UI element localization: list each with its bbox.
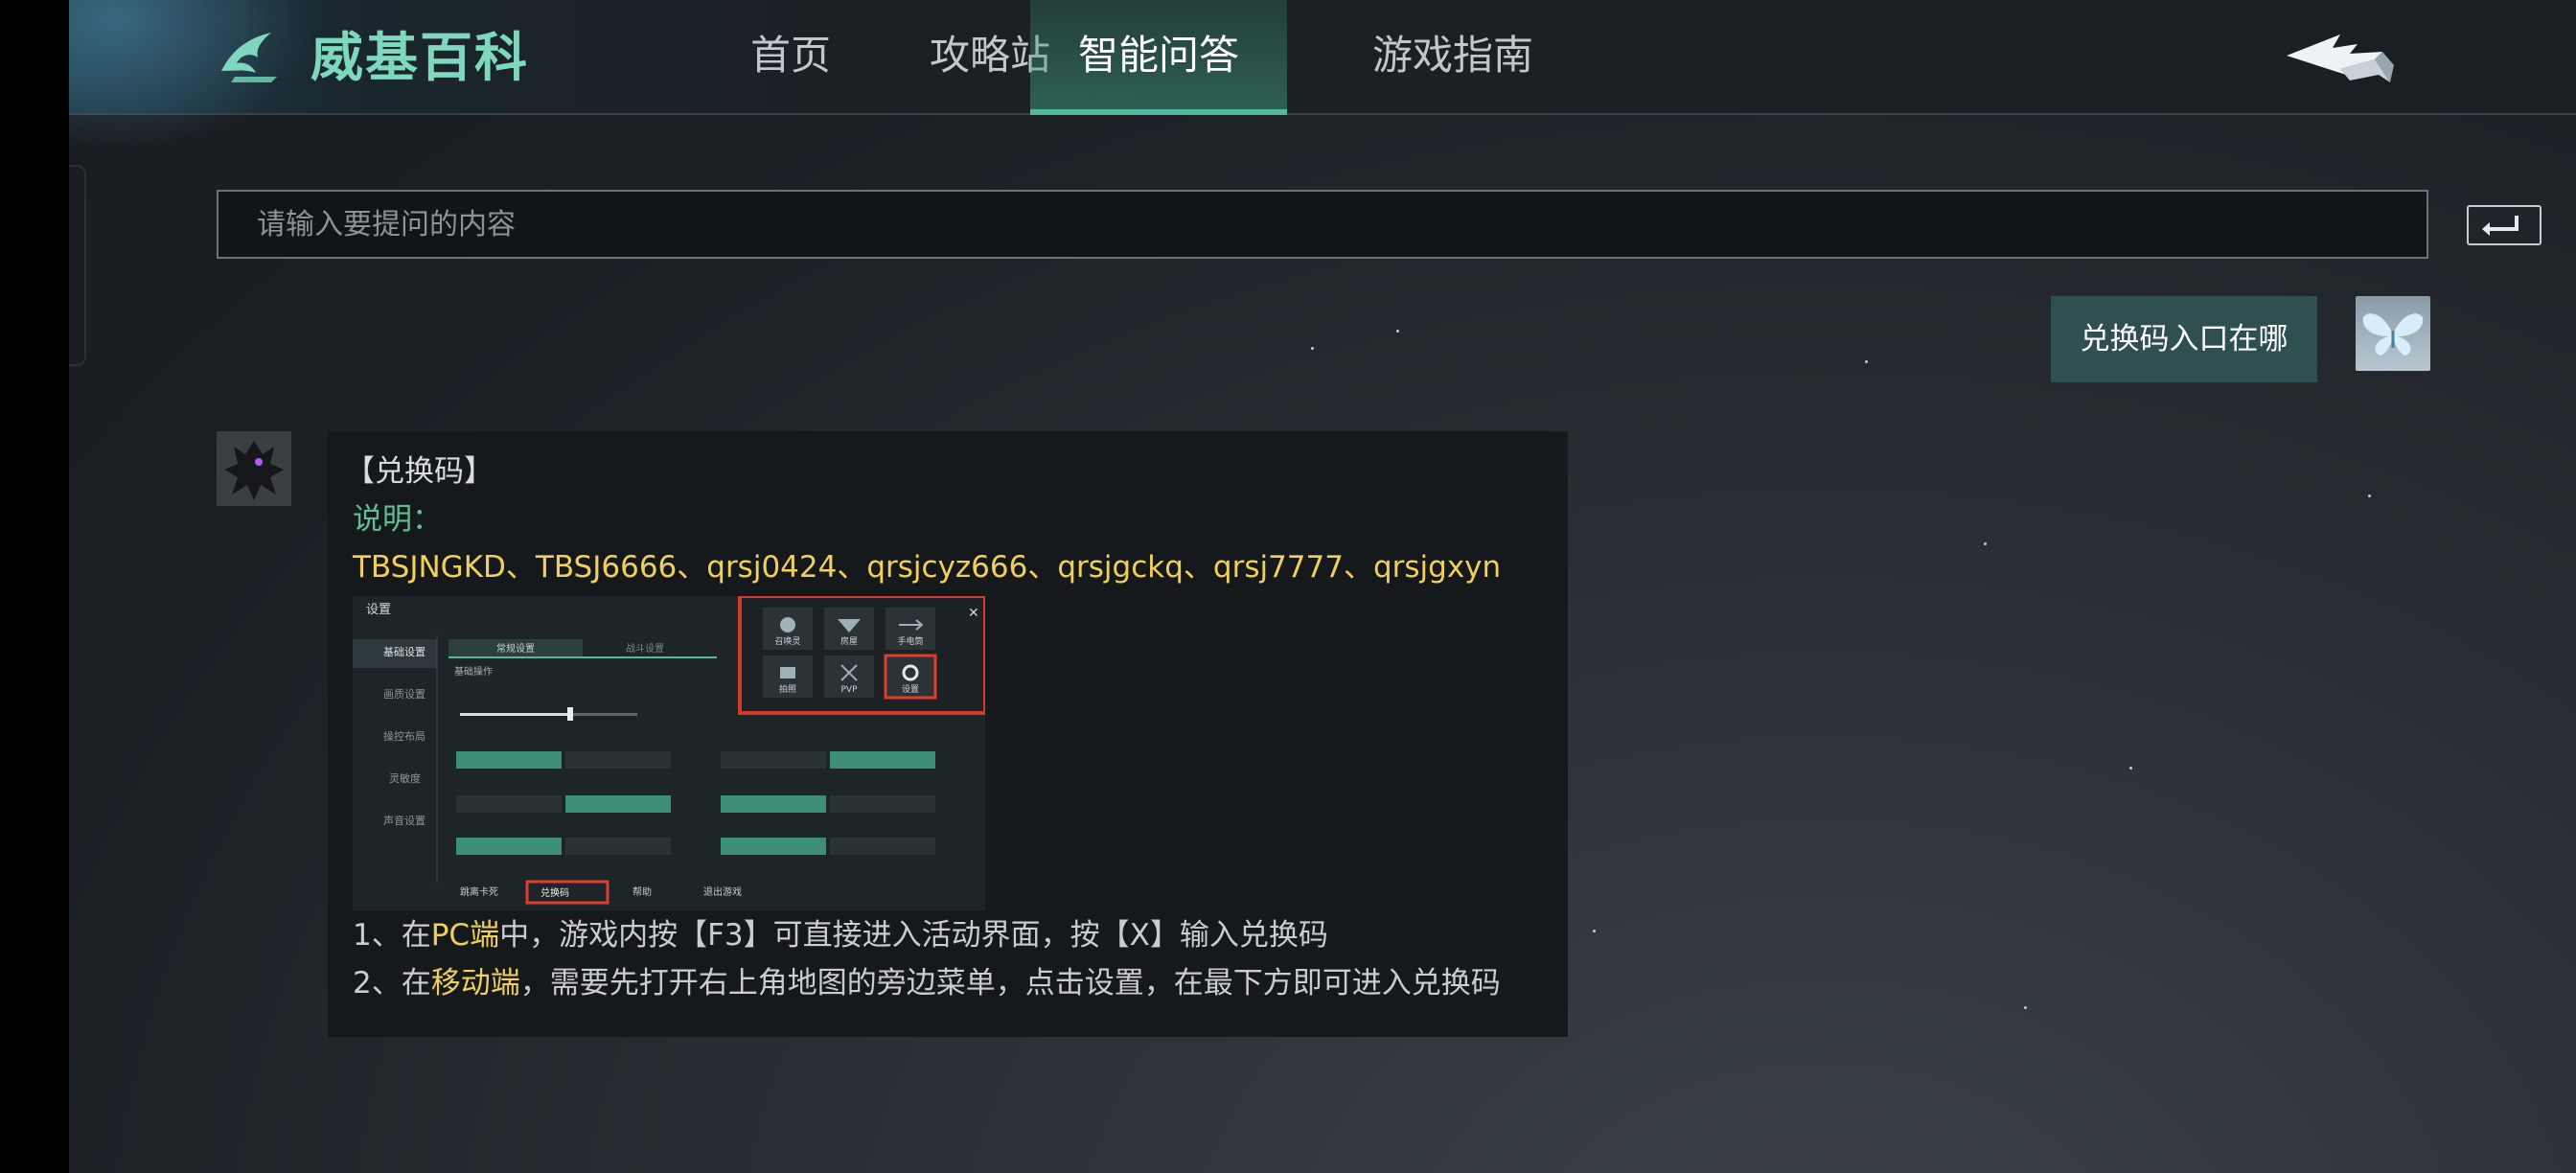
star-decor: [2368, 494, 2371, 497]
screenshot-bottom-button: 帮助: [632, 886, 652, 898]
answer-label: 说明：: [353, 502, 442, 537]
screenshot-section-title: 基础操作: [454, 665, 493, 678]
star-decor: [1311, 347, 1314, 350]
screenshot-grid-label: 手电筒: [897, 635, 923, 647]
answer-heading: 【兑换码】: [345, 454, 494, 489]
screenshot-top-tab: 战斗设置: [626, 643, 664, 655]
screenshot-grid-label: 设置: [902, 684, 919, 695]
bot-answer-card: 【兑换码】 说明： TBSJNGKD、TBSJ6666、qrsj0424、qrs…: [328, 431, 1568, 1037]
submit-button[interactable]: [2467, 205, 2542, 245]
back-arrow-icon[interactable]: [2283, 27, 2398, 96]
app-window: 威基百科 首页 攻略站 智能问答 游戏指南 兑换码入口在哪: [69, 0, 2576, 1173]
summon-icon: [780, 617, 795, 632]
star-decor: [1396, 330, 1399, 333]
header-glow: [69, 0, 318, 153]
step-pc-prefix: 1、在: [353, 918, 431, 953]
step-mobile-prefix: 2、在: [353, 966, 431, 1000]
star-decor: [2024, 1006, 2027, 1009]
side-edge-handle[interactable]: [69, 165, 86, 366]
dark-creature-icon: [217, 431, 291, 506]
star-decor: [1865, 360, 1868, 363]
screenshot-side-menu-item: 基础设置: [383, 646, 426, 658]
screenshot-bottom-button: 退出游戏: [703, 886, 742, 898]
star-decor: [1593, 930, 1596, 932]
question-input-box: [217, 190, 2542, 259]
screenshot-grid-label: PVP: [840, 685, 858, 695]
brand-title[interactable]: 威基百科: [310, 21, 529, 94]
screenshot-title: 设置: [366, 603, 391, 617]
tab-game-guide-label: 游戏指南: [1371, 32, 1533, 79]
butterfly-icon: [2362, 313, 2424, 356]
tab-home[interactable]: 首页: [702, 0, 880, 115]
camera-icon: [780, 667, 795, 678]
step-pc: 1、在PC端中，游戏内按【F3】可直接进入活动界面，按【X】输入兑换码: [353, 914, 1328, 956]
screenshot-top-tab: 常规设置: [496, 642, 535, 655]
top-nav-bar: 威基百科 首页 攻略站 智能问答 游戏指南: [69, 0, 2576, 153]
star-decor: [2129, 767, 2132, 770]
bot-avatar[interactable]: [217, 431, 291, 506]
screenshot-bottom-button: 跳离卡死: [460, 886, 498, 898]
star-decor: [1984, 542, 1987, 545]
brand-logo-icon: [221, 33, 277, 82]
tab-smart-qa[interactable]: 智能问答: [1030, 0, 1287, 115]
screenshot-grid-label: 房屋: [840, 635, 858, 647]
tab-home-label: 首页: [749, 32, 831, 79]
screenshot-side-menu-item: 操控布局: [383, 729, 426, 743]
screenshot-grid-label: 拍照: [779, 683, 796, 695]
step-pc-highlight: PC端: [430, 918, 500, 953]
step-mobile-highlight: 移动端: [430, 966, 520, 1000]
user-avatar[interactable]: [2356, 296, 2430, 371]
question-input[interactable]: [257, 192, 2317, 257]
tab-game-guide[interactable]: 游戏指南: [1324, 0, 1581, 115]
screenshot-side-menu-item: 灵敏度: [389, 771, 421, 785]
screenshot-side-menu-item: 画质设置: [383, 688, 426, 701]
user-question-bubble: 兑换码入口在哪: [2051, 296, 2317, 382]
screenshot-bottom-button: 兑换码: [540, 886, 569, 899]
screenshot-close-icon: ✕: [968, 606, 979, 621]
screenshot-side-menu-item: 声音设置: [383, 814, 426, 827]
step-mobile-text: ，需要先打开右上角地图的旁边菜单，点击设置，在最下方即可进入兑换码: [519, 966, 1501, 1000]
enter-icon: [2482, 216, 2518, 236]
redeem-codes: TBSJNGKD、TBSJ6666、qrsj0424、qrsjcyz666、qr…: [353, 550, 1502, 585]
step-mobile: 2、在移动端，需要先打开右上角地图的旁边菜单，点击设置，在最下方即可进入兑换码: [353, 962, 1501, 1004]
settings-screenshot: 设置 基础设置 画质设置 操控布局 灵敏度 声音设置 常规设置 战斗设置 基础操…: [353, 596, 985, 910]
screenshot-grid-label: 召唤灵: [774, 635, 800, 647]
tab-smart-qa-label: 智能问答: [1077, 32, 1239, 79]
step-pc-text: 中，游戏内按【F3】可直接进入活动界面，按【X】输入兑换码: [499, 918, 1328, 953]
